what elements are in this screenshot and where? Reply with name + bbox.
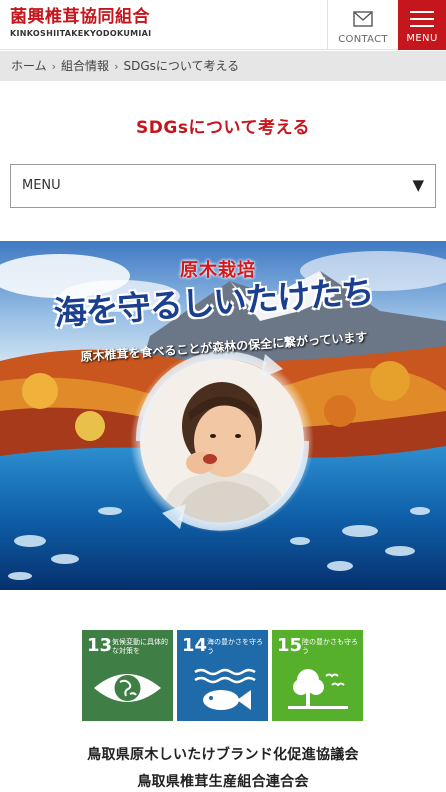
sdg-number: 13 xyxy=(87,635,113,656)
sdg-number: 15 xyxy=(277,635,303,656)
chevron-right-icon: › xyxy=(114,60,119,73)
logo-english: KINKOSHIITAKEKYODOKUMIAI xyxy=(10,29,152,38)
sdg-goal-13: 13 気候変動に具体的な対策を xyxy=(82,630,173,721)
site-logo[interactable]: 菌興椎茸協同組合 KINKOSHIITAKEKYODOKUMIAI xyxy=(10,7,151,38)
organization-name: 鳥取県原木しいたけブランド化促進協議会 xyxy=(87,747,359,763)
dropdown-label: MENU xyxy=(22,178,61,193)
sdg-text: 陸の豊かさも守ろう xyxy=(302,638,358,655)
contact-label: CONTACT xyxy=(338,34,388,45)
sdg-goal-14: 14 海の豊かさを守ろう xyxy=(177,630,268,721)
hero-banner: 原木栽培 海を守るしいたけたち 原木椎茸を食べることが森林の保全に繋がっています xyxy=(0,241,446,590)
sdg-goal-15: 15 陸の豊かさも守ろう xyxy=(272,630,363,721)
menu-button[interactable]: MENU xyxy=(398,0,446,50)
breadcrumb-association-info[interactable]: 組合情報 xyxy=(61,59,109,73)
page-title: SDGsについて考える xyxy=(136,118,310,138)
chevron-right-icon: › xyxy=(51,60,57,73)
logo-japanese: 菌興椎茸協同組合 xyxy=(10,7,150,27)
menu-button-label: MENU xyxy=(406,33,438,44)
breadcrumb: ホーム › 組合情報 › SDGsについて考える xyxy=(0,51,446,81)
sdg-number: 14 xyxy=(182,635,208,656)
site-header: 菌興椎茸協同組合 KINKOSHIITAKEKYODOKUMIAI CONTAC… xyxy=(0,0,446,50)
section-menu-dropdown[interactable]: MENU ▼ xyxy=(10,164,436,208)
breadcrumb-current: SDGsについて考える xyxy=(123,59,240,73)
organization-name: 鳥取県椎茸生産組合連合会 xyxy=(137,774,309,790)
breadcrumb-home[interactable]: ホーム xyxy=(11,59,47,73)
sdg-text: 海の豊かさを守ろう xyxy=(207,638,263,655)
mail-icon xyxy=(353,11,373,27)
hamburger-icon xyxy=(410,11,434,32)
sdg-text: 気候変動に具体的な対策を xyxy=(112,638,168,655)
triangle-down-icon: ▼ xyxy=(412,176,424,194)
contact-button[interactable]: CONTACT xyxy=(327,0,398,50)
